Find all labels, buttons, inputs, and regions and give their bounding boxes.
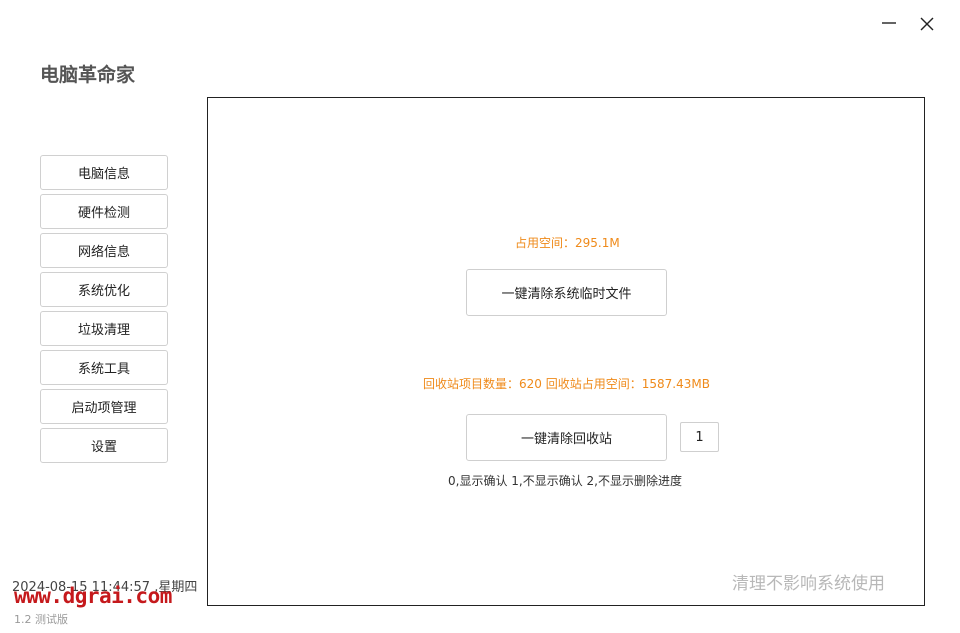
nav-hardware-check-button[interactable]: 硬件检测 bbox=[40, 194, 168, 229]
recycle-mode-hint: 0,显示确认 1,不显示确认 2,不显示删除进度 bbox=[448, 474, 682, 488]
nav-network-info-button[interactable]: 网络信息 bbox=[40, 233, 168, 268]
version-text: 1.2 测试版 bbox=[14, 613, 68, 626]
sidebar-nav: 电脑信息 硬件检测 网络信息 系统优化 垃圾清理 系统工具 启动项管理 设置 bbox=[40, 155, 168, 467]
main-panel: 占用空间：295.1M 一键清除系统临时文件 回收站项目数量：620 回收站占用… bbox=[207, 97, 925, 606]
nav-settings-button[interactable]: 设置 bbox=[40, 428, 168, 463]
footer-note: 清理不影响系统使用 bbox=[732, 574, 885, 594]
recycle-mode-input[interactable] bbox=[680, 422, 719, 452]
nav-system-tools-button[interactable]: 系统工具 bbox=[40, 350, 168, 385]
app-title: 电脑革命家 bbox=[40, 64, 136, 86]
nav-startup-manager-button[interactable]: 启动项管理 bbox=[40, 389, 168, 424]
recycle-bin-info-text: 回收站项目数量：620 回收站占用空间：1587.43MB bbox=[423, 377, 710, 391]
minimize-button[interactable] bbox=[877, 12, 901, 36]
nav-junk-clean-button[interactable]: 垃圾清理 bbox=[40, 311, 168, 346]
nav-system-optimize-button[interactable]: 系统优化 bbox=[40, 272, 168, 307]
minimize-icon bbox=[882, 22, 896, 24]
temp-space-text: 占用空间：295.1M bbox=[515, 236, 620, 250]
close-icon bbox=[920, 17, 934, 31]
site-watermark-logo: www.dgrai.com bbox=[14, 584, 172, 608]
close-button[interactable] bbox=[915, 12, 939, 36]
clean-temp-files-button[interactable]: 一键清除系统临时文件 bbox=[466, 269, 667, 316]
nav-computer-info-button[interactable]: 电脑信息 bbox=[40, 155, 168, 190]
clean-recycle-bin-button[interactable]: 一键清除回收站 bbox=[466, 414, 667, 461]
